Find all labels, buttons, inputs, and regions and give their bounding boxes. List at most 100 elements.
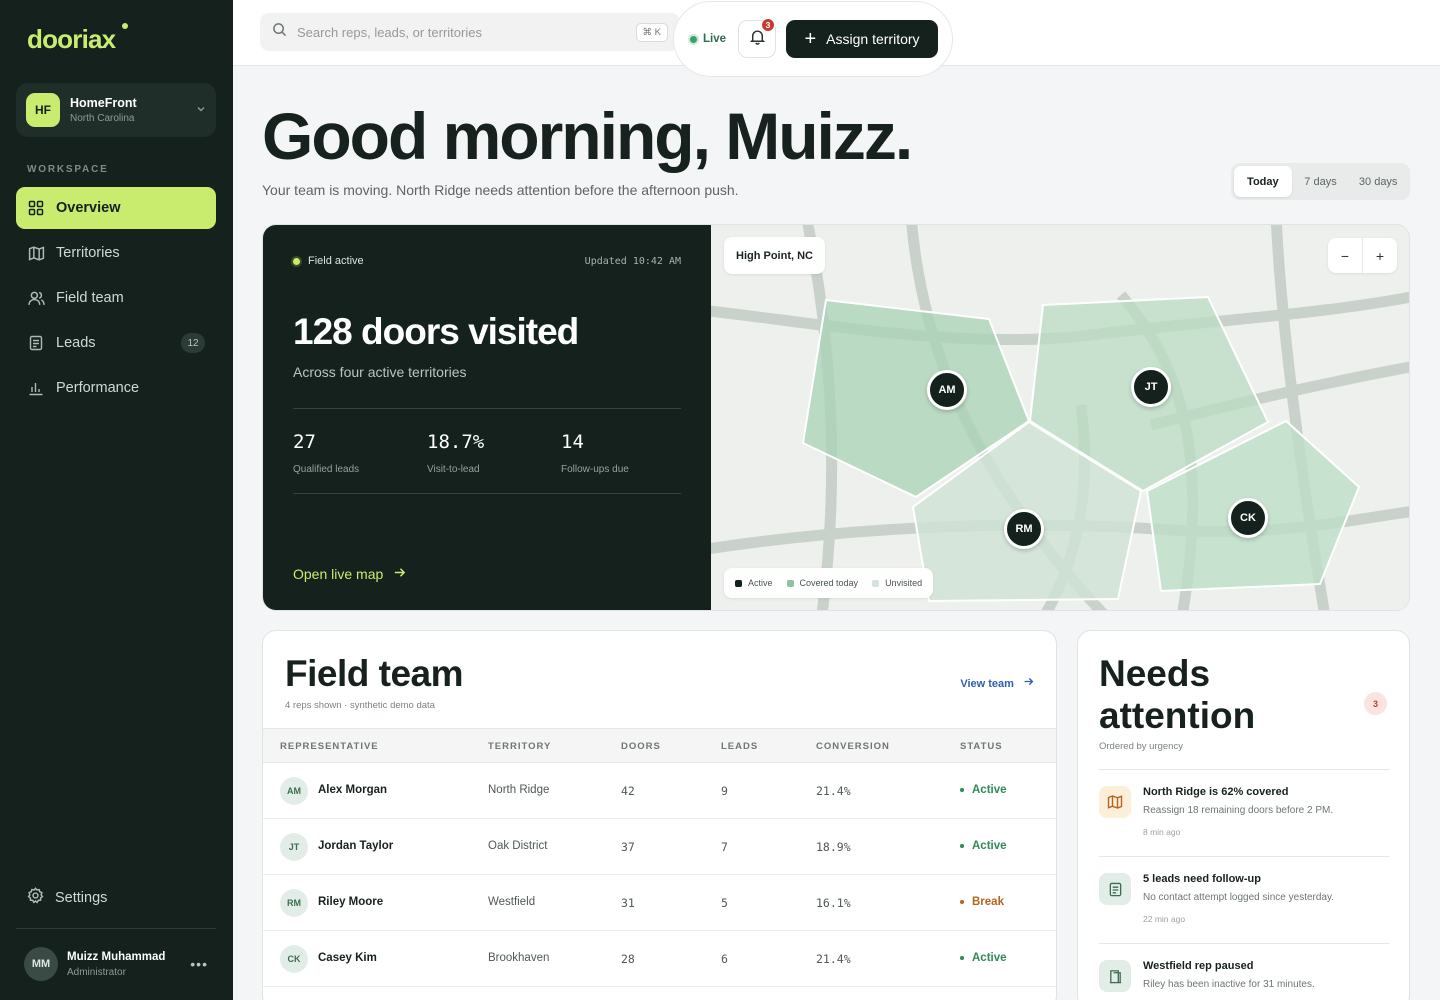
table-row[interactable]: JT Jordan Taylor Oak District 37 7 18.9%… [263,819,1056,875]
zoom-out-button[interactable]: − [1328,238,1363,273]
range-today[interactable]: Today [1234,166,1292,197]
conversion-cell: 21.4% [816,784,851,798]
stat-label: Visit-to-lead [427,464,480,475]
map-pin-ck[interactable]: CK [1228,498,1268,538]
shortcut-hint: ⌘ K [635,22,668,42]
avatar: CK [280,945,308,973]
legend-label: Active [748,578,773,588]
territory-cell: North Ridge [488,784,550,796]
search-icon [272,22,287,42]
map-pin-jt[interactable]: JT [1131,367,1171,407]
avatar: JT [280,833,308,861]
status-dot [293,257,300,265]
range-30-days[interactable]: 30 days [1349,166,1407,197]
rep-name: Jordan Taylor [318,840,394,852]
assign-territory-button[interactable]: + Assign territory [786,20,939,58]
view-team-link[interactable]: View team [960,676,1034,690]
legend-label: Unvisited [885,578,923,588]
territory-map[interactable]: High Point, NC − + AM JT RM CK Active Co… [700,225,1409,610]
notifications-button[interactable]: 3 [738,18,777,58]
leads-count-badge: 12 [181,333,205,353]
table-header: REPRESENTATIVE TERRITORY DOORS LEADS CON… [263,728,1056,763]
zoom-controls: − + [1328,238,1397,273]
live-label: Live [703,33,727,45]
status-badge: Active [960,784,1007,796]
map-location-label: High Point, NC [724,237,825,274]
search-input[interactable] [297,24,636,40]
plus-icon: + [804,27,817,50]
door-icon [1099,960,1131,992]
sidebar-item-field-team[interactable]: Field team [16,277,216,319]
field-status-label: Field active [308,255,364,267]
legend-active: Active [735,578,773,588]
map-pin-am[interactable]: AM [927,370,967,410]
table-row[interactable]: CK Casey Kim Brookhaven 28 6 21.4% Activ… [263,931,1056,987]
legend-swatch [786,579,794,587]
rep-name: Riley Moore [318,896,384,908]
col-territory[interactable]: TERRITORY [488,741,551,752]
rep-name: Casey Kim [318,952,377,964]
status-label: Active [972,952,1007,964]
sidebar-item-settings[interactable]: Settings [27,887,107,908]
doors-cell: 31 [621,896,635,910]
updated-time: Updated 10:42 AM [584,256,681,267]
org-name: HomeFront [70,96,137,110]
col-representative[interactable]: REPRESENTATIVE [280,741,379,752]
map-icon [1099,786,1131,818]
range-7-days[interactable]: 7 days [1292,166,1350,197]
open-live-map-link[interactable]: Open live map [293,566,406,582]
live-indicator: Live [690,33,726,45]
logo-dot [122,23,128,29]
zoom-in-button[interactable]: + [1363,238,1397,273]
stat-value: 18.7% [427,431,485,453]
map-legend: Active Covered today Unvisited [724,568,934,598]
brand-logo[interactable]: dooriax [27,24,116,55]
leads-cell: 9 [721,784,728,798]
map-pin-rm[interactable]: RM [1004,509,1044,549]
avatar: RM [280,889,308,917]
legend-unvisited: Unvisited [872,578,922,588]
stat-qualified-leads: 27 Qualified leads [293,431,359,475]
more-icon[interactable]: ••• [190,956,208,972]
stat-value: 27 [293,431,316,453]
status-badge: Active [960,952,1007,964]
map-icon [27,244,45,262]
col-leads[interactable]: LEADS [721,741,758,752]
search-box[interactable]: ⌘ K [260,13,680,51]
alert-time: 22 min ago [1143,914,1186,924]
alert-description: No contact attempt logged since yesterda… [1143,892,1335,903]
map-canvas [700,225,1409,610]
org-avatar: HF [26,93,60,127]
conversion-cell: 18.9% [816,840,851,854]
table-row[interactable]: RM Riley Moore Westfield 31 5 16.1% Brea… [263,875,1056,931]
table-row[interactable]: AM Alex Morgan North Ridge 42 9 21.4% Ac… [263,763,1056,819]
alert-title: North Ridge is 62% covered [1143,786,1289,798]
divider [1099,769,1390,770]
legend-swatch [872,579,880,587]
divider [1099,856,1390,857]
alert-item[interactable]: 5 leads need follow-up No contact attemp… [1099,873,1390,933]
sidebar-item-label: Territories [56,245,120,261]
col-status[interactable]: STATUS [960,741,1003,752]
user-profile[interactable]: MM Muizz Muhammad Administrator ••• [24,947,208,981]
sidebar-item-territories[interactable]: Territories [16,232,216,274]
territory-cell: Brookhaven [488,952,550,964]
stat-label: Follow-ups due [561,464,629,475]
section-title: Field team [285,653,464,694]
sidebar-item-overview[interactable]: Overview [16,187,216,229]
alert-item[interactable]: North Ridge is 62% covered Reassign 18 r… [1099,786,1390,846]
page-subtitle: Your team is moving. North Ridge needs a… [262,182,739,198]
sidebar-item-performance[interactable]: Performance [16,367,216,409]
leads-cell: 6 [721,952,728,966]
col-conversion[interactable]: CONVERSION [816,741,890,752]
arrow-right-icon [1023,677,1034,690]
alert-item[interactable]: Westfield rep paused Riley has been inac… [1099,960,1390,1000]
col-doors[interactable]: DOORS [621,741,661,752]
view-team-label: View team [960,678,1014,690]
sidebar-item-label: Performance [56,380,140,396]
summary-panel: Field active Updated 10:42 AM 128 doors … [263,225,711,610]
org-switcher[interactable]: HF HomeFront North Carolina [16,83,216,137]
alert-title: 5 leads need follow-up [1143,873,1261,885]
sidebar-item-leads[interactable]: Leads 12 [16,322,216,364]
file-icon [1099,873,1131,905]
